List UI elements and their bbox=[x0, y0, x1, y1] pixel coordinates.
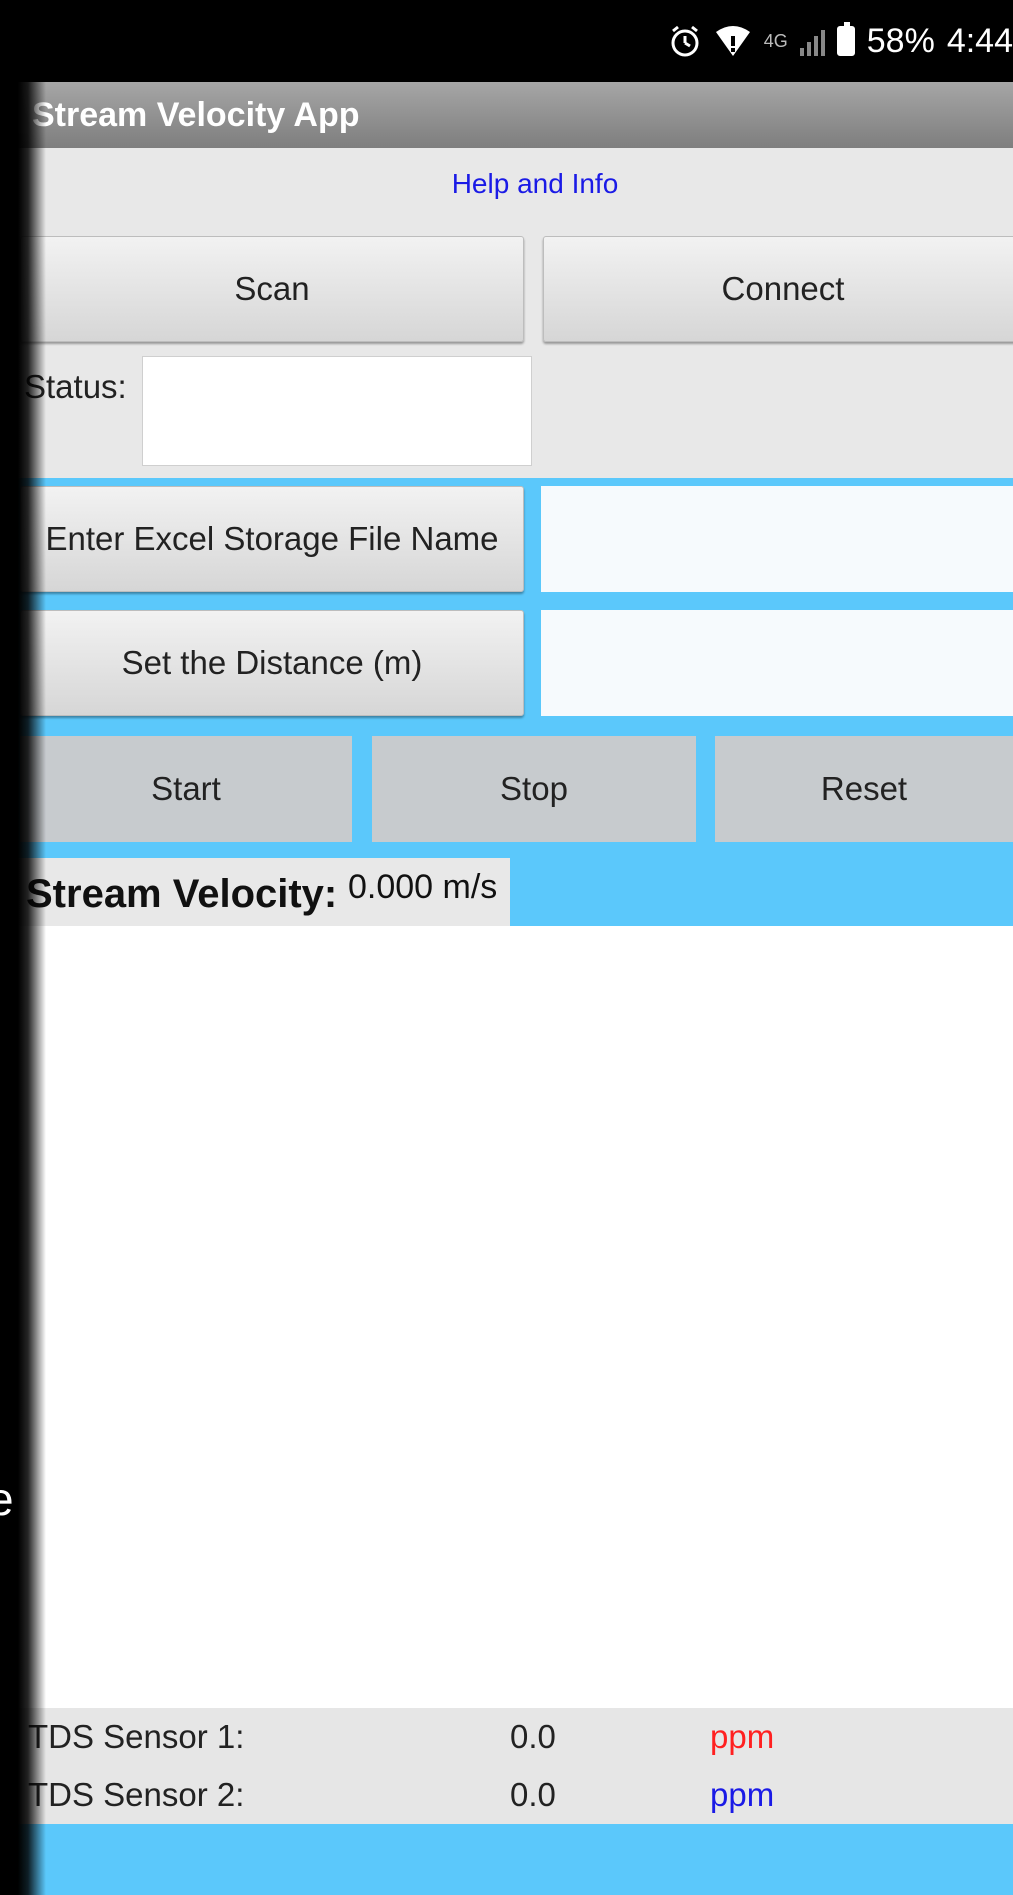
bottom-band bbox=[0, 1824, 1013, 1895]
help-and-info-link[interactable]: Help and Info bbox=[0, 168, 1013, 200]
sensor-2-value: 0.0 bbox=[510, 1776, 556, 1813]
alarm-icon bbox=[668, 21, 702, 61]
sensor-readings: TDS Sensor 1: 0.0 ppm TDS Sensor 2: 0.0 … bbox=[0, 1708, 1013, 1824]
app-title-bar: Stream Velocity App bbox=[0, 82, 1013, 148]
stop-button[interactable]: Stop bbox=[372, 736, 696, 842]
start-button[interactable]: Start bbox=[20, 736, 352, 842]
connect-button[interactable]: Connect bbox=[543, 236, 1013, 342]
sensor-2-label: TDS Sensor 2: bbox=[28, 1776, 245, 1813]
network-type: 4G bbox=[763, 30, 788, 51]
status-bar: 4G 58% 4:44 bbox=[0, 0, 1013, 82]
status-label: Status: bbox=[24, 368, 127, 405]
battery-icon bbox=[836, 21, 855, 61]
sensor-1-unit: ppm bbox=[710, 1718, 775, 1755]
controls-panel: Help and Info Scan Connect Status: bbox=[0, 148, 1013, 478]
reset-button[interactable]: Reset bbox=[715, 736, 1013, 842]
scan-button[interactable]: Scan bbox=[20, 236, 524, 342]
clock-time: 4:44 bbox=[946, 21, 1013, 60]
sensor-1-value: 0.0 bbox=[510, 1718, 556, 1755]
velocity-label: Stream Velocity: bbox=[26, 872, 338, 916]
velocity-value: 0.000 m/s bbox=[348, 868, 498, 906]
app-title: Stream Velocity App bbox=[32, 95, 360, 134]
sensor-1-label: TDS Sensor 1: bbox=[28, 1718, 245, 1755]
status-display bbox=[142, 356, 532, 466]
distance-input[interactable] bbox=[541, 610, 1013, 716]
stray-character: e bbox=[0, 1473, 14, 1525]
wifi-icon bbox=[714, 21, 752, 61]
battery-percent: 58% bbox=[866, 21, 935, 60]
content-area bbox=[0, 926, 1013, 1708]
sensor-2-unit: ppm bbox=[710, 1776, 775, 1813]
sensor-row-2: TDS Sensor 2: 0.0 ppm bbox=[0, 1766, 1013, 1824]
signal-icon bbox=[799, 26, 825, 56]
velocity-readout: Stream Velocity: 0.000 m/s bbox=[0, 858, 510, 926]
set-distance-button[interactable]: Set the Distance (m) bbox=[20, 610, 524, 716]
sensor-row-1: TDS Sensor 1: 0.0 ppm bbox=[0, 1708, 1013, 1766]
enter-file-name-button[interactable]: Enter Excel Storage File Name bbox=[20, 486, 524, 592]
file-name-input[interactable] bbox=[541, 486, 1013, 592]
